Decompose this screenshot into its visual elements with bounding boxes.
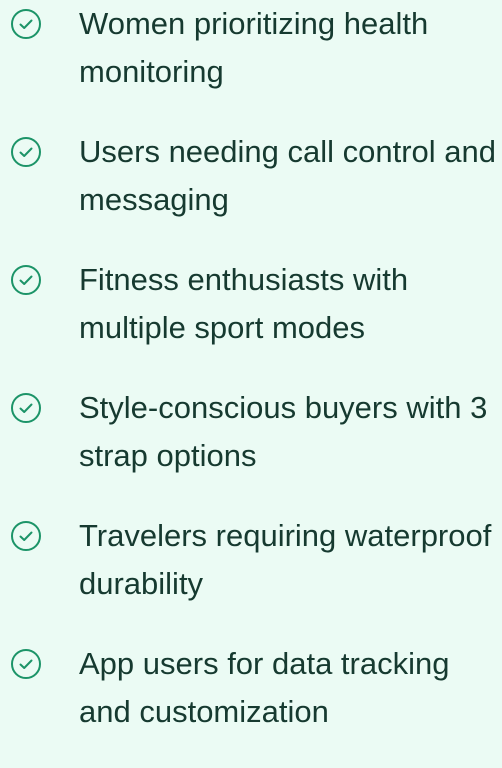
check-circle-icon: [10, 8, 42, 40]
check-circle-icon: [10, 136, 42, 168]
list-item: Fitness enthusiasts with multiple sport …: [0, 256, 502, 384]
feature-text: Style-conscious buyers with 3 strap opti…: [79, 390, 488, 473]
check-circle-icon: [10, 392, 42, 424]
feature-text: Travelers requiring waterproof durabilit…: [79, 518, 492, 601]
check-circle-icon: [10, 264, 42, 296]
check-circle-icon: [10, 520, 42, 552]
list-item: Travelers requiring waterproof durabilit…: [0, 512, 502, 640]
feature-text: App users for data tracking and customiz…: [79, 646, 450, 729]
check-circle-icon: [10, 648, 42, 680]
list-item: Women prioritizing health monitoring: [0, 0, 502, 128]
list-item: Style-conscious buyers with 3 strap opti…: [0, 384, 502, 512]
feature-text: Women prioritizing health monitoring: [79, 6, 429, 89]
feature-list: Women prioritizing health monitoring Use…: [0, 0, 502, 729]
list-item: Users needing call control and messaging: [0, 128, 502, 256]
feature-text: Fitness enthusiasts with multiple sport …: [79, 262, 409, 345]
feature-text: Users needing call control and messaging: [79, 134, 497, 217]
list-item: App users for data tracking and customiz…: [0, 640, 502, 768]
